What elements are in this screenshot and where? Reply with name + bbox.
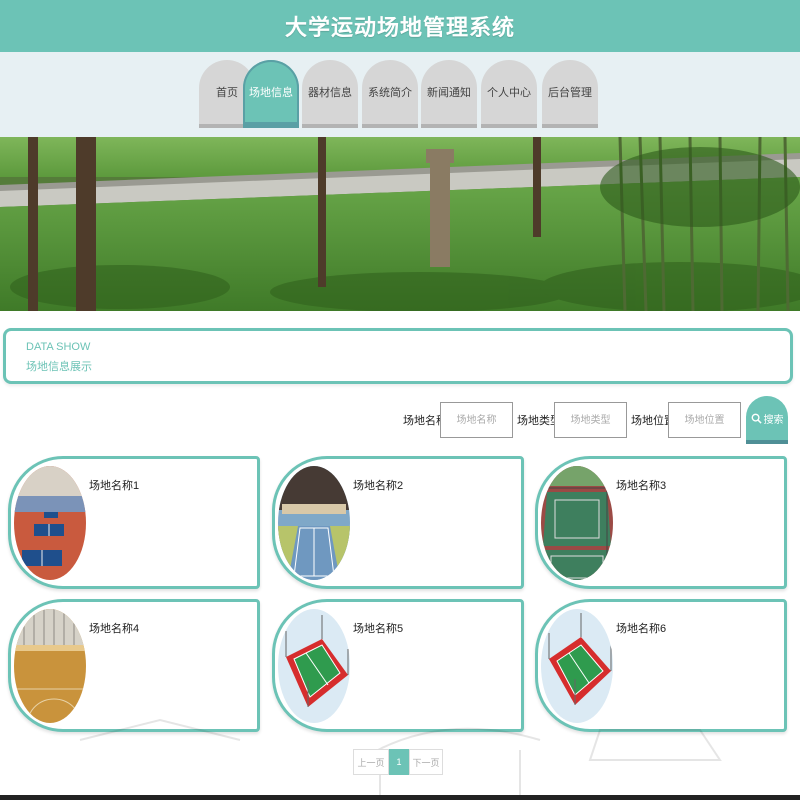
main-nav: 首页 场地信息 器材信息 系统简介 新闻通知 个人中心 后台管理: [0, 52, 800, 137]
pagination-page-current[interactable]: 1: [389, 749, 409, 775]
data-show-title: DATA SHOW: [26, 341, 91, 353]
nav-tab-profile[interactable]: 个人中心: [481, 60, 537, 128]
banner-image: [0, 137, 800, 311]
venue-card-3[interactable]: 场地名称3: [535, 456, 787, 589]
venue-name: 场地名称4: [89, 623, 140, 635]
pagination-prev[interactable]: 上一页: [353, 749, 389, 775]
nav-tab-admin[interactable]: 后台管理: [542, 60, 598, 128]
venue-name: 场地名称2: [353, 480, 404, 492]
search-button-label: 搜索: [763, 414, 784, 426]
pagination-next[interactable]: 下一页: [409, 749, 443, 775]
venue-name: 场地名称6: [616, 623, 667, 635]
search-icon: [751, 413, 762, 424]
venue-name: 场地名称3: [616, 480, 667, 492]
search-button[interactable]: 搜索: [746, 396, 788, 444]
venue-location-input[interactable]: [668, 402, 741, 438]
venue-name: 场地名称1: [89, 480, 140, 492]
nav-tab-system-intro[interactable]: 系统简介: [362, 60, 418, 128]
nav-tab-venue-info[interactable]: 场地信息: [243, 60, 299, 128]
venue-type-input[interactable]: [554, 402, 627, 438]
header-bar: 大学运动场地管理系统: [0, 0, 800, 52]
banner-scene: [0, 137, 800, 311]
data-show-panel: DATA SHOW 场地信息展示: [3, 328, 793, 384]
site-title: 大学运动场地管理系统: [284, 15, 515, 40]
venue-card-2[interactable]: 场地名称2: [272, 456, 524, 589]
venue-thumbnail: [278, 466, 350, 580]
nav-tab-equipment-info[interactable]: 器材信息: [302, 60, 358, 128]
venue-thumbnail: [14, 466, 86, 580]
venue-card-1[interactable]: 场地名称1: [8, 456, 260, 589]
bottom-edge: [0, 795, 800, 800]
nav-tab-news[interactable]: 新闻通知: [421, 60, 477, 128]
venue-thumbnail: [541, 466, 613, 580]
venue-name: 场地名称5: [353, 623, 404, 635]
venue-name-input[interactable]: [440, 402, 513, 438]
background-sketch: [79, 718, 722, 795]
data-show-subtitle: 场地信息展示: [26, 361, 92, 373]
